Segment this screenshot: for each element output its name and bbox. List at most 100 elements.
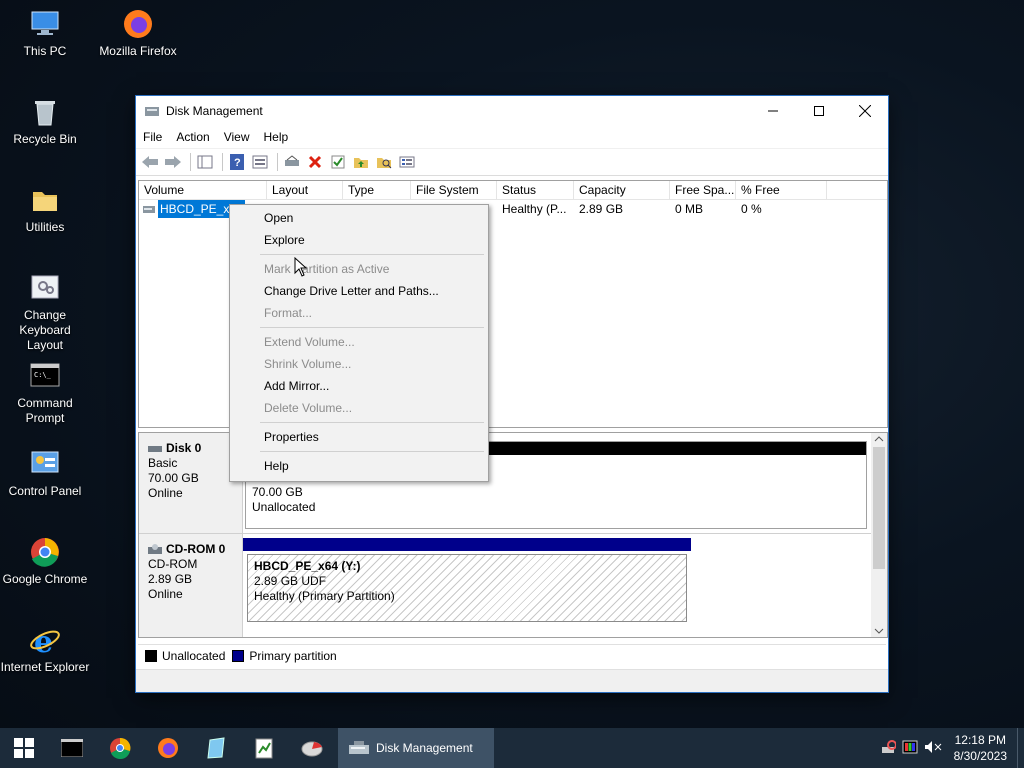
windows-logo-icon [14,738,34,758]
menu-item-change-drive-letter[interactable]: Change Drive Letter and Paths... [264,282,439,300]
taskbar-spreadsheet[interactable] [240,728,288,768]
disk-row-cdrom-0[interactable]: CD-ROM 0 CD-ROM 2.89 GB Online HBCD_PE_x… [139,533,871,637]
column-header-capacity[interactable]: Capacity [574,181,670,199]
desktop-icon-firefox[interactable]: Mozilla Firefox [93,8,183,59]
close-button[interactable] [842,96,888,126]
list-view-icon [252,155,268,169]
taskbar-partition-tool[interactable] [288,728,336,768]
desktop-icon-label: Mozilla Firefox [99,44,177,58]
cdrom-drive-icon [148,543,162,554]
scroll-down-icon [874,628,884,634]
connect-disk-button[interactable] [282,152,302,172]
volume-list-header: Volume Layout Type File System Status Ca… [139,181,887,200]
legend-swatch-primary [232,650,245,662]
disk-info[interactable]: CD-ROM 0 CD-ROM 2.89 GB Online [139,534,243,637]
scroll-up-icon [874,436,884,442]
column-header-status[interactable]: Status [497,181,574,199]
disk-name: CD-ROM 0 [166,542,226,556]
desktop-icon-label: Command Prompt [17,396,73,425]
tray-display-icon[interactable] [902,739,918,758]
folder-up-button[interactable] [351,152,371,172]
taskbar-task-label: Disk Management [376,741,473,755]
desktop-icon-label: Change Keyboard Layout [19,308,71,352]
chrome-icon [29,536,61,568]
start-button[interactable] [0,728,48,768]
help-icon: ? [230,154,244,170]
tray-volume-icon[interactable] [924,739,942,758]
vertical-scrollbar[interactable] [871,433,887,637]
desktop-icon-recycle-bin[interactable]: Recycle Bin [0,96,90,147]
hard-disk-icon [148,445,162,452]
minimize-button[interactable] [750,96,796,126]
clock[interactable]: 12:18 PM 8/30/2023 [944,732,1017,764]
capacity-cell: 2.89 GB [579,202,624,216]
column-header-volume[interactable]: Volume [139,181,267,199]
tray-network-icon[interactable] [880,739,897,758]
disk-size: 2.89 GB [148,572,193,586]
forward-button[interactable] [163,152,183,172]
menu-separator [260,327,484,328]
folder-icon [29,184,61,216]
recycle-bin-icon [29,96,61,128]
settings-list-button[interactable] [397,152,417,172]
taskbar-chrome[interactable] [96,728,144,768]
desktop-icon-utilities[interactable]: Utilities [0,184,90,235]
desktop-icon-internet-explorer[interactable]: e Internet Explorer [0,624,90,675]
forward-arrow-icon [165,156,181,168]
title-bar[interactable]: Disk Management [136,96,888,126]
desktop-icon-command-prompt[interactable]: C:\_ Command Prompt [0,360,90,426]
delete-button[interactable] [305,152,325,172]
taskbar-notepad[interactable] [192,728,240,768]
show-hide-console-button[interactable] [195,152,215,172]
scrollbar-thumb[interactable] [873,447,885,569]
desktop-icon-control-panel[interactable]: Control Panel [0,448,90,499]
free-space-cell: 0 MB [675,202,704,216]
menu-item-properties[interactable]: Properties [264,428,319,446]
delete-x-icon [308,155,322,169]
show-desktop-button[interactable] [1017,728,1024,768]
menu-item-help[interactable]: Help [264,457,289,475]
legend-label: Primary partition [249,649,337,663]
legend-label: Unallocated [162,649,226,663]
menu-item-open[interactable]: Open [264,209,293,227]
menu-item-add-mirror[interactable]: Add Mirror... [264,377,329,395]
taskbar: Disk Management 12:18 PM 8/30/2023 [0,728,1024,768]
context-menu: Open Explore Mark Partition as Active Ch… [229,204,489,482]
computer-icon [29,8,61,40]
taskbar-disk-management[interactable]: Disk Management [338,728,494,768]
menu-item-mark-active: Mark Partition as Active [264,262,390,276]
primary-partition-bar [243,538,691,551]
menu-help[interactable]: Help [257,130,296,144]
desktop-icon-chrome[interactable]: Google Chrome [0,536,90,587]
column-header-percent-free[interactable]: % Free [736,181,827,199]
search-folder-button[interactable] [374,152,394,172]
firefox-icon [122,8,154,40]
firefox-icon [158,738,178,758]
back-button[interactable] [140,152,160,172]
toolbar: ? [136,149,888,176]
column-header-free-space[interactable]: Free Spa... [670,181,736,199]
menu-item-delete-volume: Delete Volume... [264,401,353,415]
desktop-icon-keyboard-layout[interactable]: Change Keyboard Layout [0,272,90,353]
column-header-type[interactable]: Type [343,181,411,199]
menu-item-explore[interactable]: Explore [264,231,305,249]
partition-primary[interactable]: HBCD_PE_x64 (Y:) 2.89 GB UDF Healthy (Pr… [243,538,691,630]
desktop-icon-this-pc[interactable]: This PC [0,8,90,59]
column-header-layout[interactable]: Layout [267,181,343,199]
menu-file[interactable]: File [136,130,169,144]
legend: Unallocated Primary partition [138,644,886,667]
taskbar-firefox[interactable] [144,728,192,768]
taskbar-command-prompt[interactable] [48,728,96,768]
disk-connect-icon [285,155,299,166]
menu-action[interactable]: Action [169,130,216,144]
disk-info[interactable]: Disk 0 Basic 70.00 GB Online [139,433,243,533]
checklist-icon [331,155,345,169]
menu-view[interactable]: View [217,130,257,144]
check-button[interactable] [328,152,348,172]
folder-search-icon [377,158,392,169]
help-button[interactable]: ? [227,152,247,172]
maximize-button[interactable] [796,96,842,126]
column-header-file-system[interactable]: File System [411,181,497,199]
disk-type: Basic [148,456,178,470]
properties-view-button[interactable] [250,152,270,172]
